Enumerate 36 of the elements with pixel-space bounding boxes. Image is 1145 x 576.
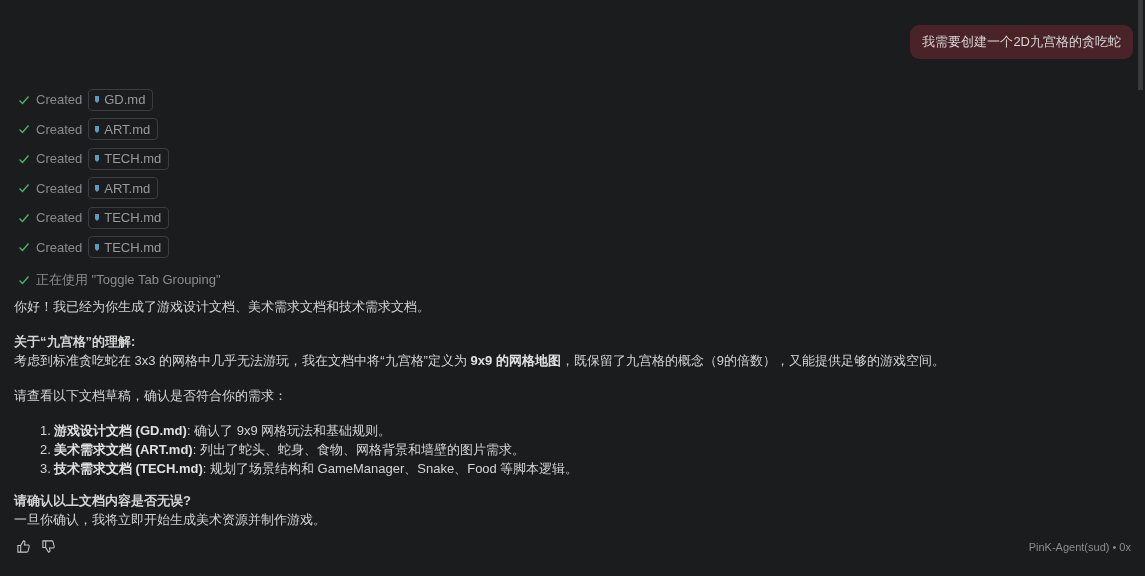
- file-icon: [95, 243, 100, 251]
- scrollbar[interactable]: [1138, 0, 1143, 90]
- file-icon: [95, 96, 100, 104]
- step-label: Created: [36, 151, 83, 167]
- section-heading: 关于“九宫格”的理解:: [14, 333, 137, 351]
- list-number: 3.: [40, 460, 50, 478]
- file-chip[interactable]: ART.md: [88, 118, 159, 141]
- thumbs-down-icon[interactable]: [41, 539, 56, 554]
- file-chip[interactable]: TECH.md: [88, 236, 170, 259]
- thumbs-up-icon[interactable]: [16, 539, 31, 554]
- list-item: 美术需求文档 (ART.md): 列出了蛇头、蛇身、食物、网格背景和墙壁的图片需求。: [54, 441, 525, 459]
- file-chip[interactable]: ART.md: [88, 177, 159, 200]
- user-message: 我需要创建一个2D九宫格的贪吃蛇: [910, 25, 1133, 59]
- step-label: Created: [36, 92, 83, 108]
- step-label: Created: [36, 121, 83, 137]
- paragraph: 一旦你确认，我将立即开始生成美术资源并制作游戏。: [14, 512, 326, 527]
- step-label: Created: [36, 239, 83, 255]
- paragraph: 考虑到标准贪吃蛇在 3x3 的网格中几乎无法游玩，我在文档中将“九宫格”定义为 9x9 的网格地图，既保留了九宫格的概念（9的倍数），又能提供足够的游戏空间。: [14, 353, 945, 368]
- section-heading: 请确认以上文档内容是否无误?: [14, 492, 192, 510]
- list-number: 1.: [40, 422, 50, 440]
- list-item: 技术需求文档 (TECH.md): 规划了场景结构和 GameManager、Snake、Food 等脚本逻辑。: [54, 460, 579, 478]
- file-chip[interactable]: TECH.md: [88, 147, 170, 170]
- file-icon: [95, 155, 100, 163]
- file-chip[interactable]: GD.md: [88, 88, 154, 111]
- file-chip[interactable]: TECH.md: [88, 206, 170, 229]
- file-icon: [95, 125, 100, 133]
- agent-label: PinK-Agent(sud) • 0x: [1028, 540, 1131, 553]
- list-item: 游戏设计文档 (GD.md): 确认了 9x9 网格玩法和基础规则。: [54, 422, 392, 440]
- list-number: 2.: [40, 441, 50, 459]
- paragraph: 请查看以下文档草稿，确认是否符合你的需求：: [14, 387, 288, 405]
- step-label: Created: [36, 210, 83, 226]
- tool-status: 正在使用 "Toggle Tab Grouping": [36, 271, 221, 289]
- step-label: Created: [36, 180, 83, 196]
- paragraph: 你好！我已经为你生成了游戏设计文档、美术需求文档和技术需求文档。: [14, 298, 431, 316]
- file-icon: [95, 214, 100, 222]
- file-icon: [95, 184, 100, 192]
